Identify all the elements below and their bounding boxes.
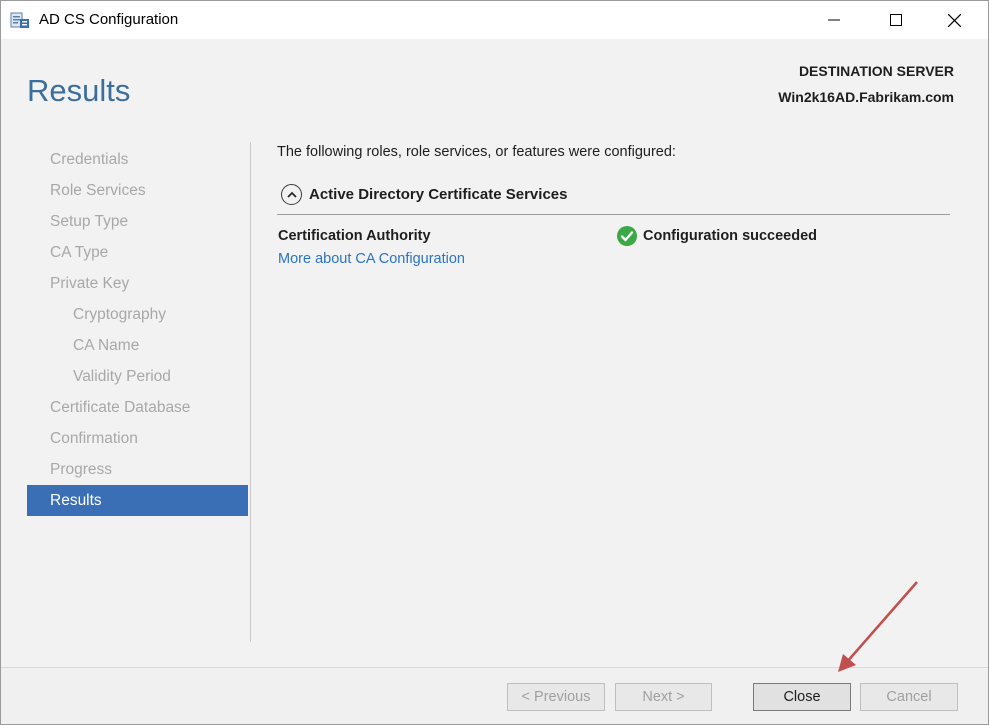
nav-item-role-services[interactable]: Role Services	[50, 175, 146, 206]
more-about-ca-link[interactable]: More about CA Configuration	[278, 251, 465, 267]
nav-item-ca-name[interactable]: CA Name	[50, 330, 139, 361]
close-button[interactable]: Close	[753, 683, 851, 711]
server-role-icon	[10, 11, 30, 29]
page-title: Results	[27, 73, 131, 108]
close-icon	[947, 13, 961, 27]
chevron-up-icon	[286, 185, 297, 203]
destination-server-name: Win2k16AD.Fabrikam.com	[778, 89, 954, 105]
nav-item-cryptography[interactable]: Cryptography	[50, 299, 166, 330]
status-indicator: Configuration succeeded	[617, 226, 817, 246]
nav-item-private-key[interactable]: Private Key	[50, 268, 129, 299]
nav-item-results[interactable]: Results	[27, 485, 248, 516]
nav-item-progress[interactable]: Progress	[50, 454, 112, 485]
role-name: Certification Authority	[278, 228, 431, 244]
section-divider	[277, 214, 950, 215]
collapse-section-button[interactable]	[281, 183, 302, 205]
nav-item-credentials[interactable]: Credentials	[50, 144, 128, 175]
window-title: AD CS Configuration	[39, 11, 179, 28]
minimize-button[interactable]	[811, 1, 857, 39]
previous-button[interactable]: < Previous	[507, 683, 605, 711]
close-window-button[interactable]	[931, 1, 977, 39]
maximize-button[interactable]	[873, 1, 919, 39]
ad-cs-configuration-window: AD CS Configuration Results DESTINATION …	[0, 0, 989, 725]
maximize-icon	[890, 14, 902, 26]
intro-text: The following roles, role services, or f…	[277, 144, 676, 160]
success-check-icon	[617, 226, 637, 246]
section-header: Active Directory Certificate Services	[281, 181, 567, 207]
title-bar[interactable]: AD CS Configuration	[1, 1, 988, 39]
nav-item-setup-type[interactable]: Setup Type	[50, 206, 128, 237]
nav-item-validity-period[interactable]: Validity Period	[50, 361, 171, 392]
nav-item-certificate-database[interactable]: Certificate Database	[50, 392, 190, 423]
cancel-button[interactable]: Cancel	[860, 683, 958, 711]
nav-item-ca-type[interactable]: CA Type	[50, 237, 108, 268]
destination-server-label: DESTINATION SERVER	[798, 63, 954, 79]
nav-item-confirmation[interactable]: Confirmation	[50, 423, 138, 454]
nav-divider	[250, 142, 251, 642]
next-button[interactable]: Next >	[615, 683, 712, 711]
section-title: Active Directory Certificate Services	[309, 185, 568, 203]
status-text: Configuration succeeded	[643, 228, 818, 244]
minimize-icon	[828, 14, 840, 26]
